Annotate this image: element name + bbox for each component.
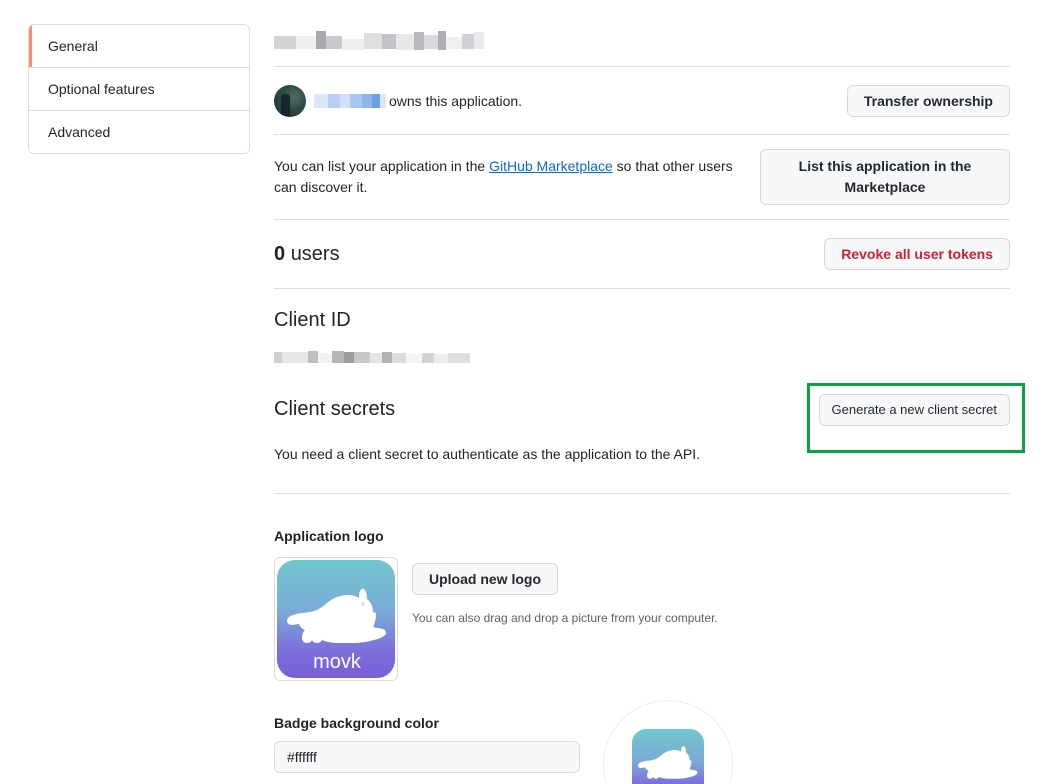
client-secrets-description: You need a client secret to authenticate… [274,446,701,462]
sidebar-item-label: Optional features [48,81,155,97]
client-id-value-redacted [274,351,470,364]
client-secrets-row: Client secrets Generate a new client sec… [274,394,1010,426]
marketplace-text-before: You can list your application in the [274,158,490,174]
sidebar-item-advanced[interactable]: Advanced [29,111,249,153]
github-marketplace-link[interactable]: GitHub Marketplace [489,158,613,174]
upload-new-logo-button[interactable]: Upload new logo [412,563,558,595]
badge-background-color-input[interactable] [274,741,580,773]
transfer-ownership-button[interactable]: Transfer ownership [846,85,1010,117]
main-content: owns this application. Transfer ownershi… [274,0,1010,784]
sidebar-item-general[interactable]: General [29,25,249,68]
owner-suffix-text: owns this application. [389,92,523,109]
app-title-redacted [274,28,484,52]
client-secrets-heading: Client secrets [274,398,396,420]
drag-drop-hint: You can also drag and drop a picture fro… [412,611,718,625]
owner-text: owns this application. [314,91,522,112]
application-logo-label: Application logo [274,528,384,544]
sidebar-item-label: General [48,38,98,54]
app-settings-page: General Optional features Advanced owns … [0,0,1048,784]
marketplace-row: You can list your application in the Git… [274,135,1010,219]
client-secrets-section: Client secrets Generate a new client sec… [274,364,1010,494]
application-logo-actions: Upload new logo You can also drag and dr… [412,557,718,627]
application-logo-row: movk Upload new logo You can also drag a… [274,557,1010,681]
divider [274,493,1010,494]
revoke-all-user-tokens-button[interactable]: Revoke all user tokens [824,238,1010,270]
generate-new-client-secret-button[interactable]: Generate a new client secret [818,394,1010,426]
badge-cat-logo-icon: movk [632,729,704,784]
owner-row: owns this application. Transfer ownershi… [274,67,1010,134]
client-id-heading: Client ID [274,309,351,331]
cat-logo-icon: movk [277,560,395,678]
marketplace-description: You can list your application in the Git… [274,156,754,198]
users-row: 0 users Revoke all user tokens [274,220,1010,288]
owner-username-redacted [314,94,386,108]
owner-info: owns this application. [274,85,522,117]
svg-text:movk: movk [313,651,362,673]
avatar [274,85,306,117]
settings-sidebar: General Optional features Advanced [28,24,250,154]
users-count: 0 [274,243,286,265]
users-word: users [290,243,340,265]
sidebar-item-label: Advanced [48,124,111,140]
client-id-section: Client ID [274,289,1010,364]
users-count-label: 0 users [274,239,340,269]
application-logo-section: Application logo movk Upload new logo Yo… [274,494,1010,681]
list-in-marketplace-button[interactable]: List this application in the Marketplace [760,149,1010,205]
sidebar-item-optional-features[interactable]: Optional features [29,68,249,111]
application-logo-preview: movk [274,557,398,681]
